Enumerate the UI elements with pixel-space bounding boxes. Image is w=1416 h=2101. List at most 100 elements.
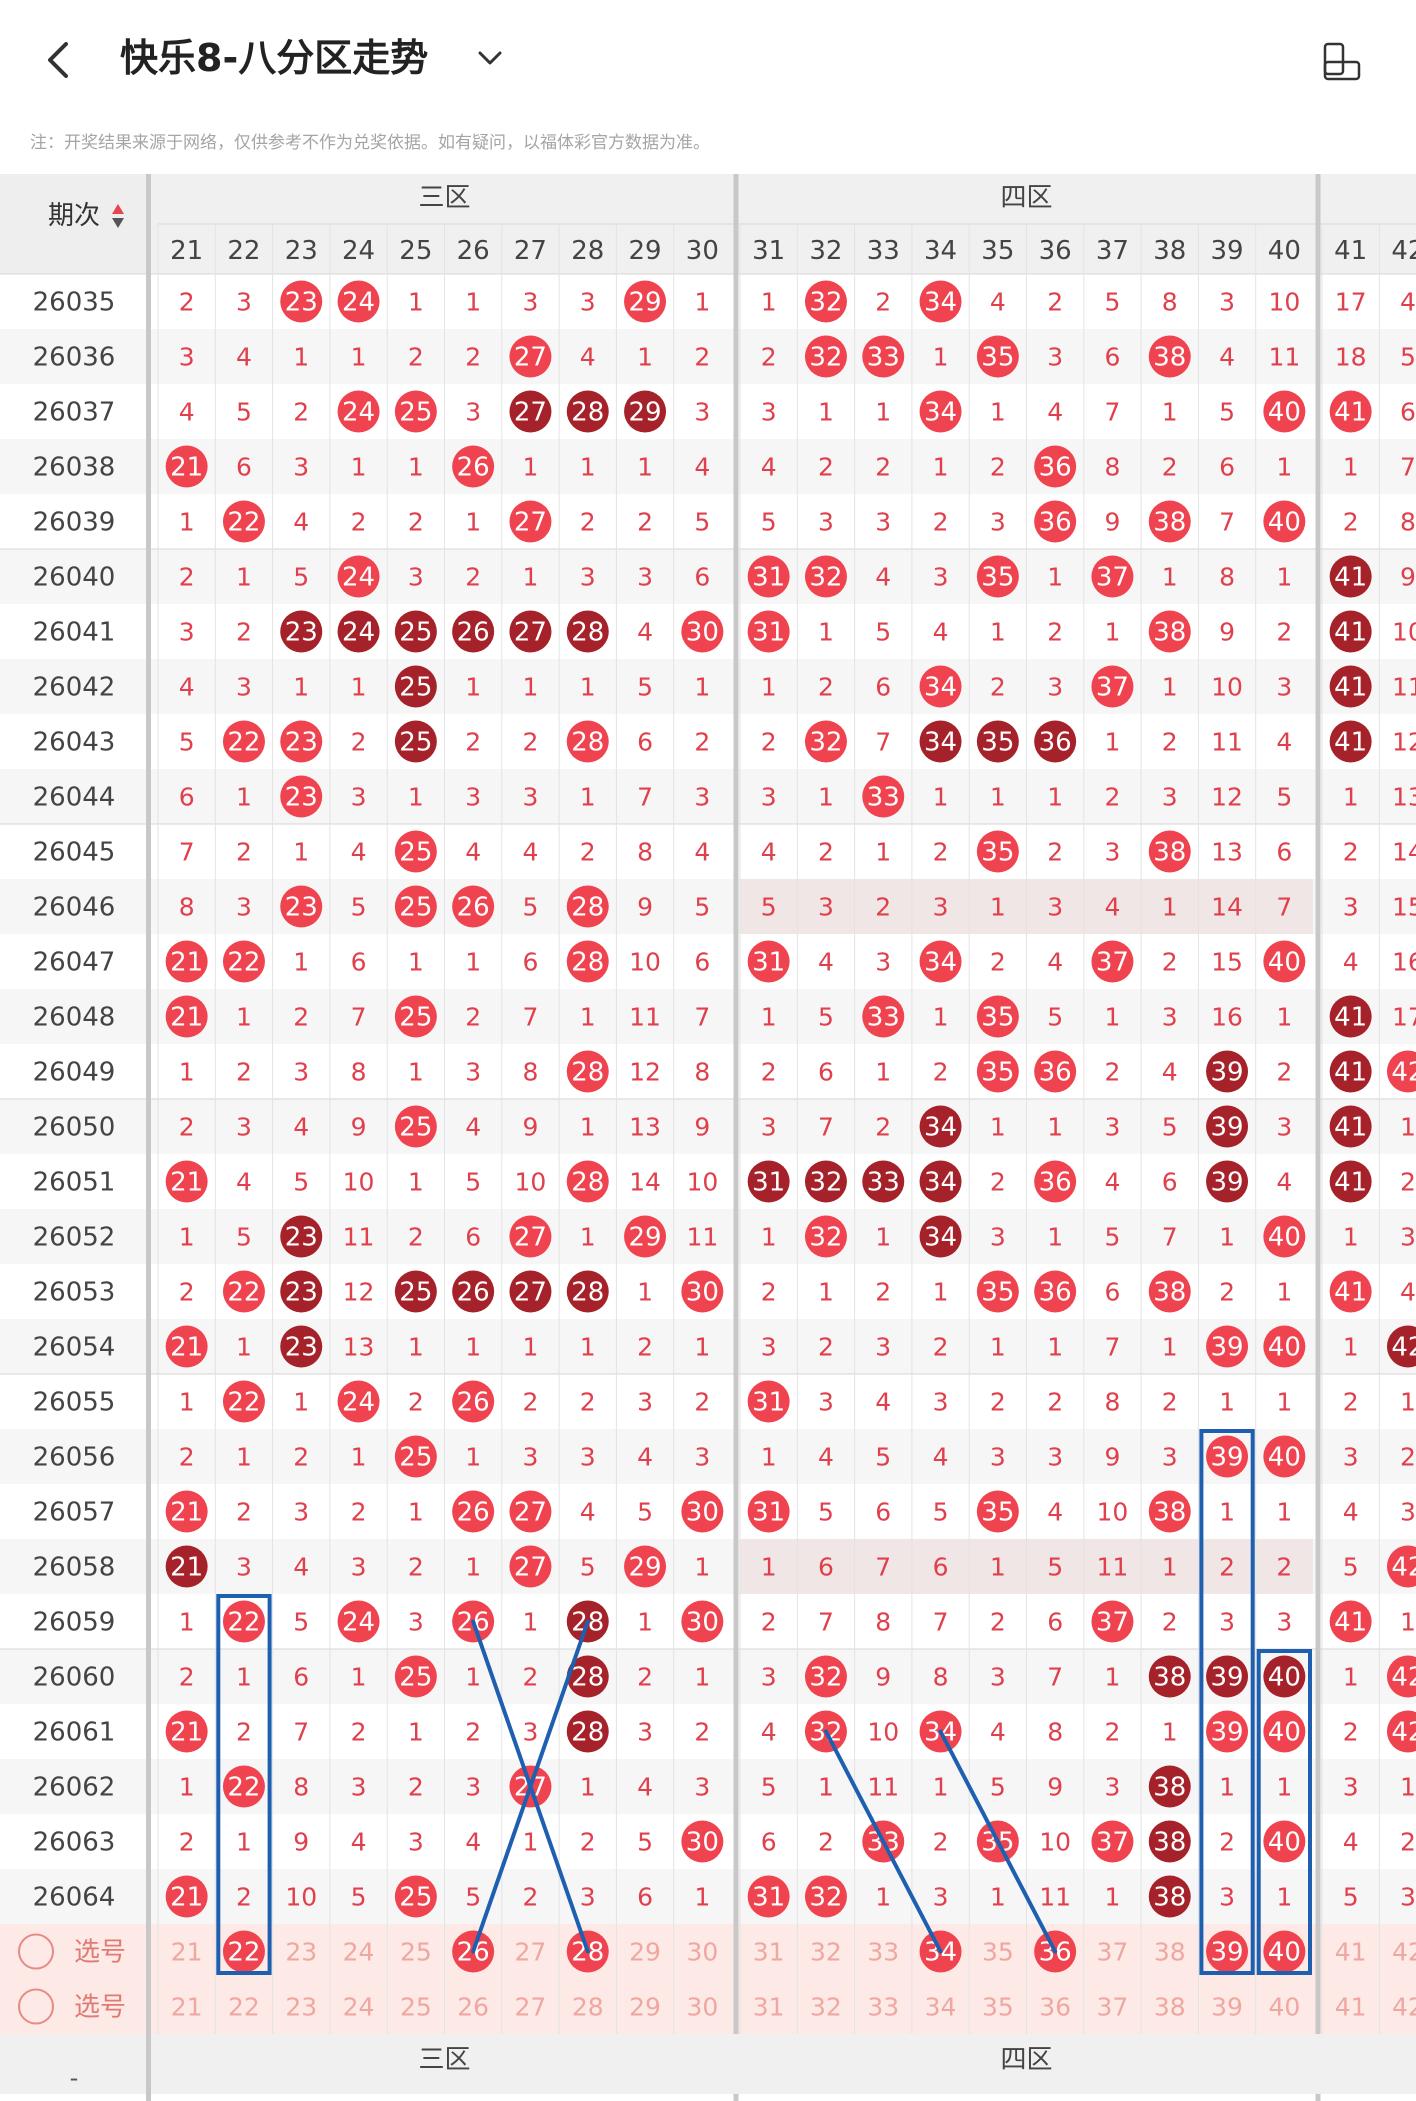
selectable-number[interactable]: 34 bbox=[925, 1993, 957, 2022]
miss-count: 1 bbox=[522, 1608, 538, 1637]
miss-count: 6 bbox=[236, 453, 252, 482]
miss-count: 9 bbox=[1104, 1443, 1120, 1472]
winning-number: 39 bbox=[1211, 1663, 1244, 1693]
selectable-number[interactable]: 25 bbox=[400, 1938, 432, 1967]
winning-number: 38 bbox=[1153, 508, 1186, 538]
winning-number: 38 bbox=[1153, 1828, 1186, 1858]
period-label: 26038 bbox=[33, 453, 116, 483]
selectable-number[interactable]: 25 bbox=[400, 1993, 432, 2022]
selectable-number[interactable]: 23 bbox=[285, 1938, 317, 1967]
miss-count: 3 bbox=[1047, 1443, 1063, 1472]
column-header: 27 bbox=[514, 236, 547, 266]
miss-count: 14 bbox=[629, 1168, 661, 1197]
miss-count: 4 bbox=[1219, 343, 1235, 372]
winning-number: 41 bbox=[1334, 1168, 1367, 1198]
miss-count: 1 bbox=[351, 453, 367, 482]
selectable-number[interactable]: 24 bbox=[343, 1938, 375, 1967]
selectable-number[interactable]: 21 bbox=[171, 1938, 203, 1967]
miss-count: 3 bbox=[1047, 673, 1063, 702]
selectable-number[interactable]: 32 bbox=[810, 1938, 842, 1967]
selectable-number[interactable]: 35 bbox=[982, 1938, 1014, 1967]
selectable-number[interactable]: 28 bbox=[572, 1993, 604, 2022]
selectable-number[interactable]: 37 bbox=[1097, 1938, 1129, 1967]
selectable-number[interactable]: 42 bbox=[1392, 1938, 1416, 1967]
miss-count: 6 bbox=[179, 783, 195, 812]
miss-count: 3 bbox=[637, 563, 653, 592]
miss-count: 1 bbox=[293, 343, 309, 372]
miss-count: 5 bbox=[293, 1168, 309, 1197]
selectable-number[interactable]: 31 bbox=[753, 1993, 785, 2022]
column-header: 34 bbox=[924, 236, 957, 266]
winning-number: 39 bbox=[1211, 1058, 1244, 1088]
selectable-number[interactable]: 32 bbox=[810, 1993, 842, 2022]
miss-count: 11 bbox=[1211, 728, 1243, 757]
miss-count: 1 bbox=[179, 1058, 195, 1087]
selectable-number[interactable]: 36 bbox=[1039, 1993, 1071, 2022]
selectable-number[interactable]: 27 bbox=[515, 1993, 547, 2022]
miss-count: 3 bbox=[293, 1498, 309, 1527]
miss-count: 1 bbox=[1219, 1223, 1235, 1252]
selectable-number[interactable]: 23 bbox=[285, 1993, 317, 2022]
winning-number: 42 bbox=[1391, 1718, 1416, 1748]
selectable-number[interactable]: 38 bbox=[1154, 1938, 1186, 1967]
selectable-number[interactable]: 37 bbox=[1097, 1993, 1129, 2022]
miss-count: 2 bbox=[875, 1113, 891, 1142]
selectable-number[interactable]: 33 bbox=[867, 1938, 899, 1967]
selectable-number[interactable]: 27 bbox=[515, 1938, 547, 1967]
miss-count: 3 bbox=[1343, 1443, 1359, 1472]
miss-count: 7 bbox=[875, 728, 891, 757]
miss-count: 1 bbox=[694, 673, 710, 702]
selectable-number[interactable]: 41 bbox=[1335, 1938, 1367, 1967]
selectable-number[interactable]: 42 bbox=[1392, 1993, 1416, 2022]
winning-number: 35 bbox=[981, 728, 1014, 758]
winning-number: 38 bbox=[1153, 343, 1186, 373]
miss-count: 2 bbox=[637, 1663, 653, 1692]
selectable-number[interactable]: 21 bbox=[171, 1993, 203, 2022]
miss-count: 1 bbox=[875, 1058, 891, 1087]
selectable-number[interactable]: 24 bbox=[343, 1993, 375, 2022]
miss-count: 1 bbox=[694, 288, 710, 317]
winning-number: 29 bbox=[629, 398, 662, 428]
miss-count: 10 bbox=[1392, 618, 1416, 647]
column-header: 39 bbox=[1211, 236, 1244, 266]
selectable-number[interactable]: 39 bbox=[1211, 1993, 1243, 2022]
selectable-number[interactable]: 29 bbox=[629, 1993, 661, 2022]
winning-number: 37 bbox=[1096, 1828, 1129, 1858]
miss-count: 2 bbox=[236, 1058, 252, 1087]
chevron-left-icon[interactable] bbox=[40, 30, 80, 90]
period-label: 26036 bbox=[33, 343, 116, 373]
selectable-number[interactable]: 33 bbox=[867, 1993, 899, 2022]
rotate-screen-icon[interactable] bbox=[1318, 38, 1366, 86]
selectable-number[interactable]: 40 bbox=[1268, 1993, 1300, 2022]
miss-count: 1 bbox=[351, 343, 367, 372]
miss-count: 3 bbox=[637, 1388, 653, 1417]
miss-count: 3 bbox=[351, 783, 367, 812]
selectable-number[interactable]: 31 bbox=[753, 1938, 785, 1967]
winning-number: 38 bbox=[1153, 1278, 1186, 1308]
winning-number: 40 bbox=[1268, 508, 1301, 538]
miss-count: 3 bbox=[236, 1553, 252, 1582]
selectable-number[interactable]: 26 bbox=[457, 1993, 489, 2022]
trend-chart-grid[interactable]: 期次三区 四区21 22 23 24 25 26 27 28 29 30 31 32 33 34 35 36 37… bbox=[0, 174, 1416, 2101]
miss-count: 2 bbox=[1219, 1278, 1235, 1307]
winning-number: 31 bbox=[752, 1388, 785, 1418]
selectable-number[interactable]: 41 bbox=[1335, 1993, 1367, 2022]
miss-count: 2 bbox=[990, 453, 1006, 482]
winning-number: 21 bbox=[170, 1333, 203, 1363]
select-row-label: 选号 bbox=[74, 1993, 126, 2023]
zone-header: 四区 bbox=[1000, 183, 1052, 213]
miss-count: 1 bbox=[933, 783, 949, 812]
winning-number: 26 bbox=[457, 1498, 490, 1528]
selectable-number[interactable]: 38 bbox=[1154, 1993, 1186, 2022]
miss-count: 2 bbox=[990, 673, 1006, 702]
selectable-number[interactable]: 30 bbox=[686, 1938, 718, 1967]
miss-count: 3 bbox=[236, 288, 252, 317]
selectable-number[interactable]: 35 bbox=[982, 1993, 1014, 2022]
miss-count: 1 bbox=[1400, 1113, 1416, 1142]
miss-count: 8 bbox=[875, 1608, 891, 1637]
selectable-number[interactable]: 29 bbox=[629, 1938, 661, 1967]
miss-count: 5 bbox=[1343, 1883, 1359, 1912]
selectable-number[interactable]: 30 bbox=[686, 1993, 718, 2022]
selectable-number[interactable]: 22 bbox=[228, 1993, 260, 2022]
chevron-down-icon[interactable] bbox=[470, 38, 510, 78]
